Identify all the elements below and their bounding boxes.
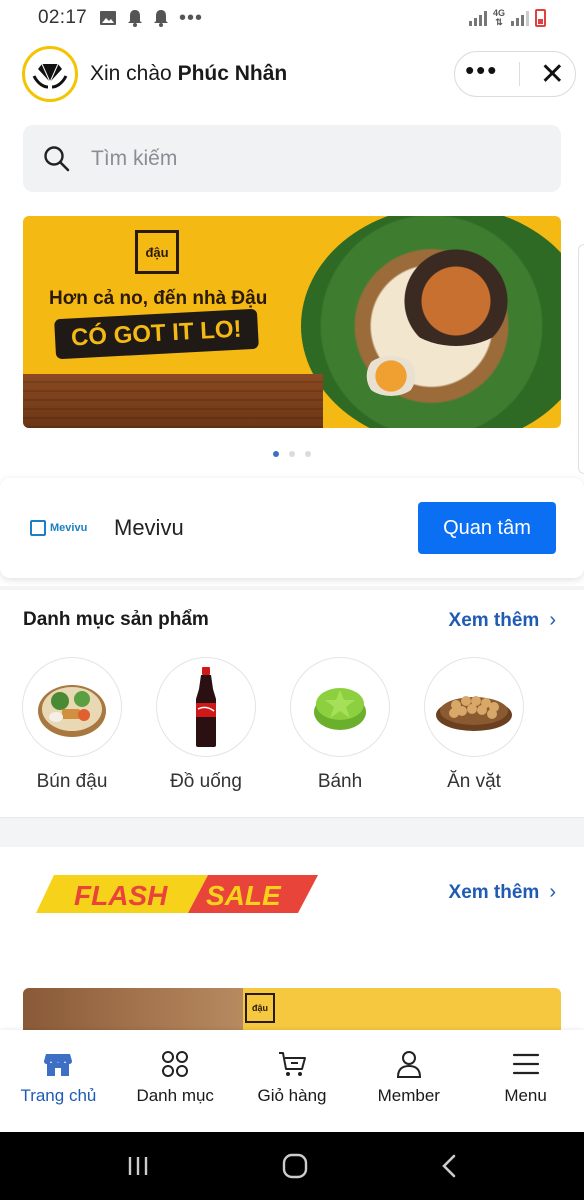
shop-name[interactable]: Mevivu [114, 515, 184, 541]
flash-word: FLASH [74, 880, 168, 911]
more-label: Xem thêm [448, 881, 540, 903]
category-item[interactable]: Ăn vặt [424, 657, 524, 793]
status-system-icons: 4G ⇅ [468, 8, 546, 27]
nav-categories[interactable]: Danh mục [117, 1030, 234, 1132]
category-image [22, 657, 122, 757]
search-bar[interactable]: Tìm kiếm [23, 125, 561, 192]
category-item[interactable]: Đồ uống [156, 657, 256, 793]
user-name: Phúc Nhân [177, 62, 288, 85]
back-icon[interactable] [440, 1154, 458, 1178]
carousel-indicator [0, 451, 584, 457]
section-divider [0, 586, 584, 590]
nav-member[interactable]: Member [350, 1030, 467, 1132]
more-label: Xem thêm [448, 609, 540, 631]
hotpot-image [391, 246, 521, 346]
cart-icon [278, 1052, 306, 1076]
bun-dau-dish-icon [38, 685, 106, 737]
carousel-dot[interactable] [273, 451, 279, 457]
category-item[interactable]: Bún đậu [22, 657, 122, 793]
flash-sale-more-link[interactable]: Xem thêm › [449, 881, 556, 904]
bell-icon [154, 10, 169, 27]
shop-logo[interactable]: Mevivu [30, 515, 96, 541]
shop-card: Mevivu Mevivu Quan tâm [0, 478, 584, 578]
nav-menu[interactable]: Menu [467, 1030, 584, 1132]
sale-word: SALE [206, 880, 282, 911]
recent-apps-icon[interactable] [126, 1155, 150, 1177]
category-item[interactable]: Bánh [290, 657, 390, 793]
banner-headline: Hơn cả no, đến nhà Đậu [49, 288, 268, 309]
category-image [424, 657, 524, 757]
banner-slogan: CÓ GOT IT LO! [54, 308, 259, 360]
nav-label: Menu [504, 1086, 547, 1105]
signal-icon [468, 10, 487, 26]
carousel-dot[interactable] [289, 451, 295, 457]
chevron-right-icon: › [549, 609, 556, 631]
mevivu-logo-icon [30, 520, 46, 536]
user-icon [396, 1051, 421, 1078]
category-list: Bún đậu Đồ uống Bánh Ăn vặt [22, 657, 524, 793]
promo-brand-logo: đậu [245, 993, 275, 1023]
banner-brand-logo: đậu [135, 230, 179, 274]
section-divider [0, 817, 584, 847]
coca-cola-bottle-icon [196, 667, 216, 747]
carousel-dot[interactable] [305, 451, 311, 457]
system-navigation-bar [0, 1132, 584, 1200]
shop-logo-text: Mevivu [50, 522, 88, 534]
menu-icon [512, 1053, 539, 1075]
category-image [156, 657, 256, 757]
categories-title: Danh mục sản phẩm [23, 609, 209, 630]
gallery-icon [100, 11, 117, 25]
promo-banner[interactable]: đậu Hơn cả no, đến nhà Đậu CÓ GOT IT LO! [23, 216, 561, 428]
chevron-right-icon: › [549, 881, 556, 903]
home-icon[interactable] [282, 1153, 308, 1179]
category-label: Ăn vặt [447, 771, 501, 792]
nav-cart[interactable]: Giỏ hàng [234, 1030, 351, 1132]
search-icon [44, 145, 70, 171]
close-icon[interactable]: ✕ [540, 57, 565, 92]
sauce-bowl-image [363, 356, 419, 396]
category-label: Bánh [317, 771, 363, 792]
battery-icon [535, 9, 546, 27]
nav-label: Member [377, 1086, 440, 1105]
mini-app-capsule: ••• ✕ [454, 51, 576, 97]
wood-table-image [23, 374, 323, 428]
flash-sale-logo: FLASH SALE [36, 875, 318, 913]
app-logo [22, 46, 78, 102]
search-placeholder: Tìm kiếm [91, 146, 178, 170]
category-image [290, 657, 390, 757]
status-notification-icons: ••• [99, 7, 203, 30]
scroll-hint [578, 244, 584, 474]
nav-label: Danh mục [136, 1086, 214, 1105]
category-label: Bún đậu [36, 771, 108, 792]
greeting-prefix: Xin chào [90, 62, 172, 85]
bottom-navigation: Trang chủ Danh mục Giỏ hàng Member Menu [0, 1030, 584, 1132]
greeting: Xin chào Phúc Nhân [90, 62, 287, 86]
follow-button[interactable]: Quan tâm [418, 502, 556, 554]
category-label: Đồ uống [170, 771, 242, 792]
diamond-hands-icon [32, 63, 68, 89]
status-time: 02:17 [38, 7, 88, 28]
nav-label: Trang chủ [20, 1086, 97, 1105]
signal-icon [511, 10, 529, 26]
nav-label: Giỏ hàng [257, 1086, 327, 1105]
app-header: Xin chào Phúc Nhân ••• ✕ [22, 44, 576, 104]
categories-more-link[interactable]: Xem thêm › [449, 609, 556, 632]
bell-icon [128, 10, 143, 27]
peanuts-basket-icon [436, 696, 512, 731]
store-icon [44, 1054, 73, 1076]
green-cake-icon [314, 688, 366, 730]
network-type-icon: 4G ⇅ [492, 8, 505, 27]
grid-icon [162, 1051, 189, 1077]
nav-home[interactable]: Trang chủ [0, 1030, 117, 1132]
network-label: 4G [492, 8, 505, 18]
more-options-icon[interactable]: ••• [465, 57, 498, 83]
more-notifications-icon: ••• [179, 6, 204, 29]
status-bar: 02:17 ••• 4G ⇅ [0, 0, 584, 36]
